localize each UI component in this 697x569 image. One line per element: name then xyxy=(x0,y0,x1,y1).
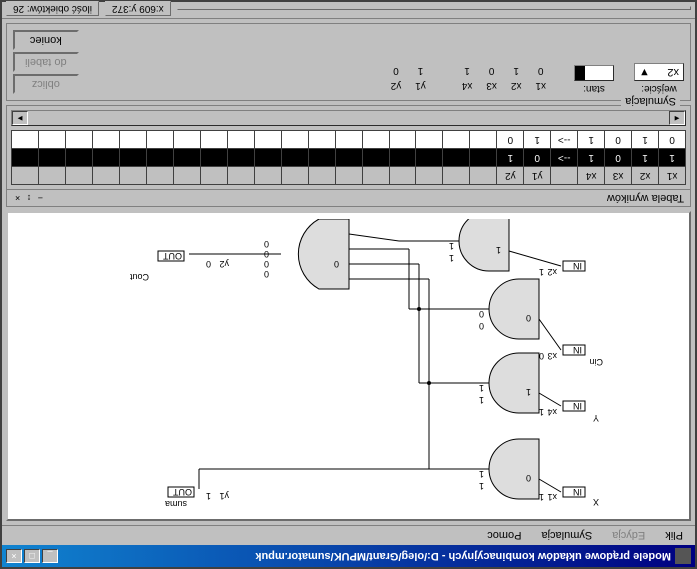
svg-text:0: 0 xyxy=(479,321,484,331)
status-empty xyxy=(177,7,691,11)
sig-x1: x1 xyxy=(547,492,557,502)
table-row[interactable]: 0101-->10 xyxy=(12,131,686,149)
app-window: Modele prądowe układów kombinacyjnych - … xyxy=(0,0,697,569)
svg-text:1: 1 xyxy=(496,245,501,255)
label-y: Y xyxy=(593,413,599,423)
pin-out: OUT xyxy=(173,487,193,497)
gate-4[interactable] xyxy=(459,219,509,271)
svg-text:OUT: OUT xyxy=(163,251,183,261)
svg-text:1: 1 xyxy=(526,387,531,397)
svg-text:1: 1 xyxy=(449,253,454,263)
maximize-button[interactable]: □ xyxy=(24,549,40,563)
sig-y1: y1 xyxy=(219,491,229,501)
app-icon xyxy=(675,548,691,564)
output-readout: y1y2 10 xyxy=(383,62,434,94)
minimize-button[interactable]: _ xyxy=(42,549,58,563)
svg-text:1: 1 xyxy=(479,481,484,491)
titlebar-title: Modele prądowe układów kombinacyjnych - … xyxy=(255,550,671,562)
svg-text:1: 1 xyxy=(539,407,544,417)
label-cin: Cin xyxy=(589,357,603,367)
panel-controls[interactable]: − ↕ × xyxy=(13,193,43,203)
menu-pomoc[interactable]: Pomoc xyxy=(479,528,529,544)
gate-2[interactable] xyxy=(489,353,539,413)
simulation-panel: Symulacja wejście: x2 ▼ stan: x1x2x3x4 0… xyxy=(6,23,691,101)
svg-text:IN: IN xyxy=(573,261,582,271)
simulation-legend: Symulacja xyxy=(621,95,680,107)
circuit-canvas[interactable]: X IN x11 Y IN x41 Cin IN x30 IN x21 011 … xyxy=(6,211,691,521)
table-header-row: x1 x2 x3 x4 y1 y2 xyxy=(12,167,686,185)
svg-text:0: 0 xyxy=(264,269,269,279)
svg-text:IN: IN xyxy=(573,401,582,411)
svg-text:1: 1 xyxy=(539,492,544,502)
sig-y2: y2 xyxy=(219,259,229,269)
sig-x2: x2 xyxy=(547,267,557,277)
wejscie-select[interactable]: x2 ▼ xyxy=(634,63,684,81)
results-panel: Tabela wyników − ↕ × x1 x2 x3 x4 y1 y2 1… xyxy=(6,105,691,207)
svg-text:0: 0 xyxy=(206,259,211,269)
svg-text:1: 1 xyxy=(539,267,544,277)
gate-3[interactable] xyxy=(489,279,539,339)
svg-text:1: 1 xyxy=(206,491,211,501)
menu-edycja[interactable]: Edycja xyxy=(604,528,653,544)
wejscie-label: wejście: xyxy=(641,83,677,94)
pin-in: IN xyxy=(573,487,582,497)
svg-text:0: 0 xyxy=(526,313,531,323)
svg-text:1: 1 xyxy=(479,469,484,479)
status-objcount: ilość obiektów: 26 xyxy=(6,1,99,16)
results-panel-title: Tabela wyników xyxy=(607,192,684,204)
gate-1[interactable] xyxy=(489,439,539,499)
svg-text:0: 0 xyxy=(479,309,484,319)
label-suma: suma xyxy=(165,499,187,509)
scroll-left-icon[interactable]: ◄ xyxy=(669,111,685,125)
gate-out[interactable] xyxy=(298,219,349,289)
do-tabeli-button[interactable]: do tabeli xyxy=(13,52,79,72)
menu-symulacja[interactable]: Symulacja xyxy=(533,528,600,544)
statusbar: x:609 y:372 ilość obiektów: 26 xyxy=(2,0,695,19)
input-readout: x1x2x3x4 0101 xyxy=(454,62,554,94)
svg-text:1: 1 xyxy=(479,395,484,405)
titlebar: Modele prądowe układów kombinacyjnych - … xyxy=(2,545,695,567)
menu-plik[interactable]: Plik xyxy=(657,528,691,544)
label-x: X xyxy=(593,497,599,507)
results-table: x1 x2 x3 x4 y1 y2 1101-->01 0101-->10 xyxy=(11,130,686,185)
stan-label: stan: xyxy=(583,83,605,94)
table-row[interactable]: 1101-->01 xyxy=(12,149,686,167)
dropdown-icon[interactable]: ▼ xyxy=(639,66,650,78)
svg-text:0: 0 xyxy=(526,473,531,483)
svg-text:0: 0 xyxy=(264,249,269,259)
svg-text:IN: IN xyxy=(573,345,582,355)
koniec-button[interactable]: koniec xyxy=(13,30,79,50)
oblicz-button[interactable]: oblicz xyxy=(13,74,79,94)
svg-text:1: 1 xyxy=(449,241,454,251)
table-scrollbar[interactable]: ◄ ► xyxy=(11,110,686,126)
stan-slider[interactable] xyxy=(574,65,614,81)
svg-text:0: 0 xyxy=(264,259,269,269)
menubar: Plik Edycja Symulacja Pomoc xyxy=(2,525,695,545)
svg-text:1: 1 xyxy=(479,383,484,393)
scroll-right-icon[interactable]: ► xyxy=(12,111,28,125)
close-button[interactable]: × xyxy=(6,549,22,563)
svg-text:0: 0 xyxy=(539,351,544,361)
status-coords: x:609 y:372 xyxy=(105,1,171,16)
svg-text:0: 0 xyxy=(334,259,339,269)
svg-text:0: 0 xyxy=(264,239,269,249)
sig-x4: x4 xyxy=(547,407,557,417)
sig-x3: x3 xyxy=(547,351,557,361)
label-cout: Cout xyxy=(129,272,149,282)
